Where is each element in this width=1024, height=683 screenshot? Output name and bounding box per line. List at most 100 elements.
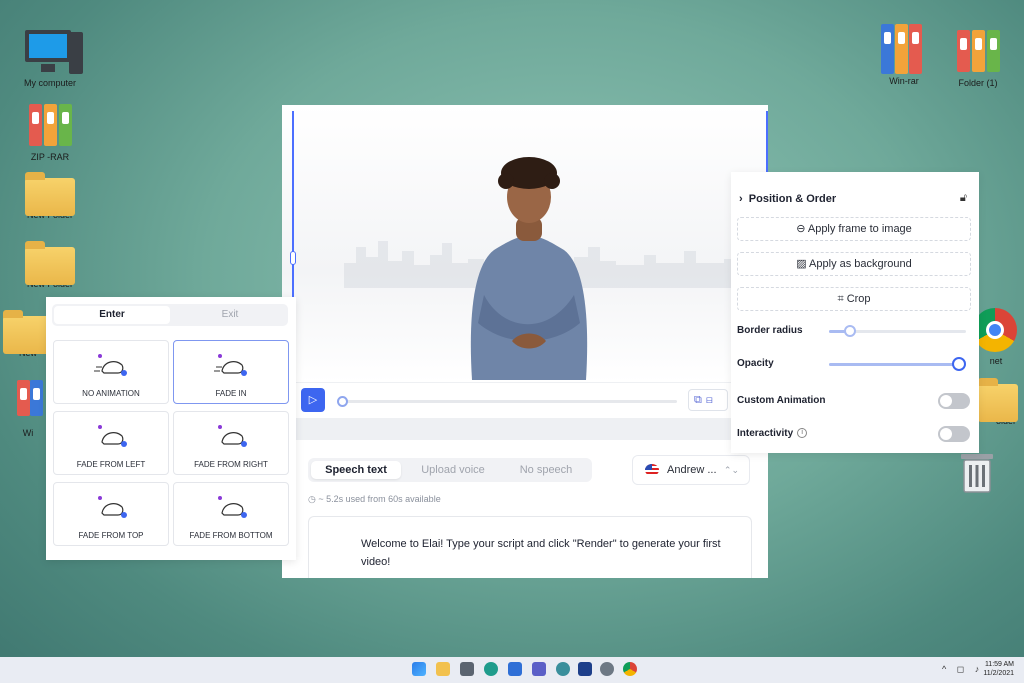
border-radius-label: Border radius: [737, 325, 803, 336]
settings-icon[interactable]: [600, 662, 614, 676]
avatar-presenter[interactable]: [454, 155, 604, 380]
chevron-right-icon: ›: [739, 193, 749, 205]
play-button[interactable]: ▷: [301, 388, 325, 412]
desktop-icon-folder-1[interactable]: Folder (1): [938, 28, 1018, 88]
file-explorer-icon[interactable]: [436, 662, 450, 676]
play-icon: ▷: [308, 394, 318, 406]
properties-panel: › Position & Order 🔓︎ ⊖ Apply frame to i…: [731, 172, 979, 453]
anim-option-fade-from-right[interactable]: FADE FROM RIGHT: [173, 411, 289, 475]
edge-icon[interactable]: [484, 662, 498, 676]
opacity-fill: [829, 363, 959, 366]
folder-icon: [978, 378, 1018, 422]
timeline-track[interactable]: [337, 396, 677, 407]
lock-icon[interactable]: 🔓︎: [960, 192, 967, 205]
windows-start-icon[interactable]: [412, 662, 426, 676]
us-flag-icon: [645, 464, 659, 476]
rabbit-arrow-down-icon: [98, 496, 127, 518]
clock-icon: ◷: [308, 494, 316, 504]
desktop-icon-zip-rar[interactable]: ZIP -RAR: [10, 102, 90, 162]
tab-no-speech[interactable]: No speech: [503, 461, 589, 479]
tab-speech-text[interactable]: Speech text: [311, 461, 401, 479]
crop-label: Crop: [846, 293, 871, 305]
rabbit-arrow-left-icon: [218, 425, 247, 447]
animation-tabs: Enter Exit: [52, 304, 288, 326]
winrar-icon: [879, 22, 929, 74]
video-editor-window: ▷ ⧉⊟ Speech text Upload voice No speech …: [282, 105, 768, 578]
app-pinned-icon[interactable]: [578, 662, 592, 676]
anim-option-no-animation[interactable]: NO ANIMATION: [53, 340, 169, 404]
chrome-taskbar-icon[interactable]: [623, 662, 637, 676]
computer-icon: [25, 28, 83, 76]
apply-frame-button[interactable]: ⊖ Apply frame to image: [737, 217, 971, 241]
layout-split-icon[interactable]: ⧉: [694, 394, 706, 406]
clock-time: 11:59 AM: [984, 661, 1014, 668]
apply-background-label: Apply as background: [809, 258, 912, 270]
folder-icon: [25, 241, 75, 285]
border-radius-slider[interactable]: [829, 325, 966, 337]
usage-text: ~ 5.2s used from 60s available: [318, 494, 441, 504]
position-order-title: Position & Order: [748, 193, 837, 205]
anim-option-fade-from-bottom[interactable]: FADE FROM BOTTOM: [173, 482, 289, 546]
rabbit-arrow-right-icon: [98, 425, 127, 447]
binders-icon: [25, 102, 75, 150]
voice-name: Andrew ...: [667, 464, 717, 476]
desktop-icon-new-folder-1[interactable]: New Folder: [10, 170, 90, 220]
anim-option-fade-from-top[interactable]: FADE FROM TOP: [53, 482, 169, 546]
interactivity-toggle[interactable]: [938, 426, 970, 442]
tab-upload-voice[interactable]: Upload voice: [408, 461, 498, 479]
tab-exit[interactable]: Exit: [174, 306, 286, 324]
desktop-icon-winrar[interactable]: Win-rar: [864, 22, 944, 86]
anim-option-label: FADE FROM TOP: [78, 531, 144, 540]
border-radius-knob[interactable]: [843, 325, 856, 337]
binders-icon: [953, 28, 1003, 76]
rabbit-arrow-up-icon: [218, 496, 247, 518]
anim-option-fade-from-left[interactable]: FADE FROM LEFT: [53, 411, 169, 475]
interactivity-row: Interactivity i: [737, 428, 808, 439]
video-canvas[interactable]: [282, 105, 768, 382]
resize-handle[interactable]: [290, 251, 296, 265]
anim-option-label: FADE FROM LEFT: [76, 460, 146, 469]
store-icon[interactable]: [508, 662, 522, 676]
clock-date: 11/2/2021: [983, 670, 1014, 677]
desktop-icon-my-computer[interactable]: My computer: [10, 28, 90, 88]
tab-enter[interactable]: Enter: [54, 306, 170, 324]
interactivity-label: Interactivity: [737, 428, 794, 439]
opacity-label: Opacity: [737, 358, 774, 369]
opacity-knob[interactable]: [952, 357, 966, 371]
apply-frame-label: Apply frame to image: [807, 223, 912, 235]
crop-button[interactable]: ⌗ Crop: [737, 287, 971, 311]
position-order-toggle[interactable]: › Position & Order: [739, 193, 836, 205]
anim-option-label: FADE FROM RIGHT: [194, 460, 268, 469]
teams-icon[interactable]: [532, 662, 546, 676]
apply-background-button[interactable]: ▨ Apply as background: [737, 252, 971, 276]
hatch-icon: ▨: [796, 258, 810, 270]
custom-animation-toggle[interactable]: [938, 393, 970, 409]
anim-option-label: FADE IN: [215, 389, 247, 398]
custom-animation-label: Custom Animation: [737, 395, 826, 406]
clock[interactable]: 11:59 AM 11/2/2021: [983, 660, 1014, 678]
usage-indicator: ◷ ~ 5.2s used from 60s available: [308, 494, 441, 505]
section-divider: [282, 418, 768, 440]
folder-icon: [25, 172, 75, 216]
layout-toggle-group[interactable]: ⧉⊟: [688, 389, 728, 411]
speech-mode-tabs: Speech text Upload voice No speech: [308, 458, 592, 482]
crop-icon: ⌗: [837, 293, 847, 305]
voice-select[interactable]: Andrew ... ⌃⌄: [632, 455, 750, 485]
script-textarea[interactable]: Welcome to Elai! Type your script and cl…: [308, 516, 752, 578]
info-icon[interactable]: i: [797, 428, 808, 439]
rabbit-icon: [94, 354, 127, 376]
system-tray-icons[interactable]: ^ ◻ ♪: [942, 664, 983, 675]
recycle-bin-icon[interactable]: [958, 452, 996, 494]
anim-option-fade-in[interactable]: FADE IN: [173, 340, 289, 404]
camera-icon[interactable]: [460, 662, 474, 676]
layout-stack-icon[interactable]: ⊟: [706, 394, 717, 406]
timeline-scrubber[interactable]: [337, 396, 348, 407]
rabbit-icon: [214, 354, 247, 376]
frame-icon: ⊖: [796, 223, 808, 235]
opacity-slider[interactable]: [829, 357, 966, 371]
desktop-icon-new-folder-2[interactable]: New Folder: [10, 239, 90, 289]
chevron-updown-icon: ⌃⌄: [723, 465, 739, 475]
network-icon[interactable]: [556, 662, 570, 676]
anim-option-label: FADE FROM BOTTOM: [189, 531, 273, 540]
animation-panel: Enter Exit NO ANIMATION FADE IN FADE FRO…: [46, 297, 296, 560]
